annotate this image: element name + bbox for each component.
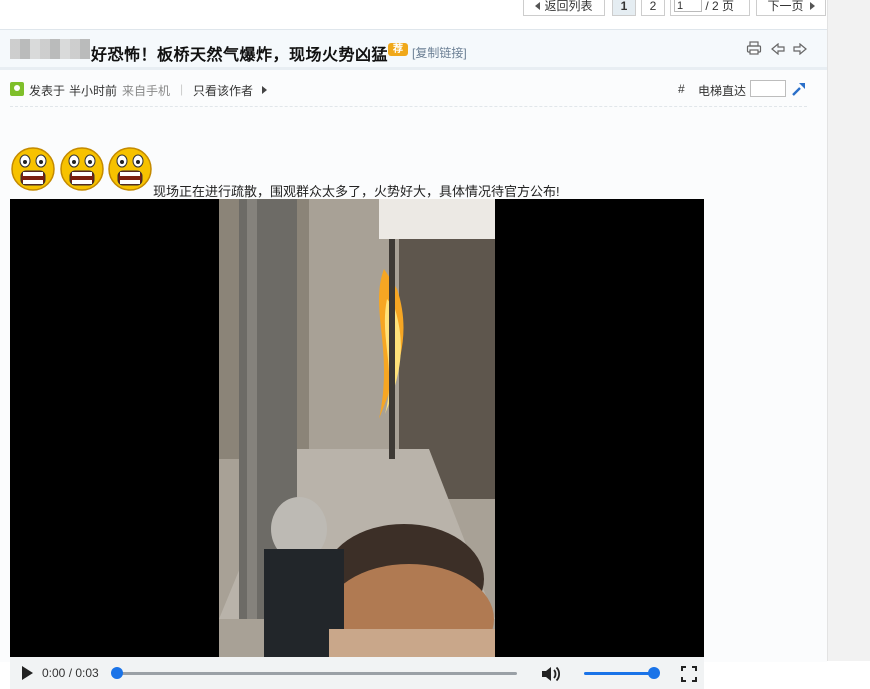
post-title-bar: 好恐怖！板桥天然气爆炸，现场火势凶猛 荐 [复制链接] — [0, 30, 827, 70]
page-total-label: / 2 页 — [705, 0, 735, 13]
elevator-input[interactable] — [750, 80, 786, 97]
blurred-prefix — [10, 39, 90, 59]
user-online-icon — [10, 82, 24, 96]
print-icon[interactable] — [746, 41, 762, 58]
scared-face-icon — [108, 147, 152, 191]
post-content: 发表于 半小时前 来自手机 | 只看该作者 # 电梯直达 现场正在进行疏散，围观… — [0, 70, 827, 689]
caret-right-icon — [262, 86, 267, 94]
seek-bar[interactable] — [117, 672, 517, 675]
post-title: 好恐怖！板桥天然气爆炸，现场火势凶猛 — [91, 47, 389, 64]
volume-handle[interactable] — [648, 667, 660, 679]
post-meta: 发表于 半小时前 来自手机 | 只看该作者 # 电梯直达 — [10, 80, 807, 107]
page-2-button[interactable]: 2 — [641, 0, 665, 16]
fullscreen-icon[interactable] — [681, 666, 697, 685]
arrow-right-icon — [809, 1, 815, 10]
recommend-badge: 荐 — [388, 43, 408, 56]
next-thread-icon[interactable] — [793, 42, 807, 58]
back-to-list-label: 返回列表 — [544, 0, 593, 13]
video-time: 0:00 / 0:03 — [42, 666, 99, 680]
floor-hash: # — [678, 82, 685, 96]
elevator-label: 电梯直达 — [698, 84, 747, 98]
next-page-button[interactable]: 下一页 — [756, 0, 826, 16]
video-controls: 0:00 / 0:03 — [10, 657, 704, 689]
fire-scene-image — [219, 199, 495, 657]
page-number-input[interactable]: 1 — [674, 0, 702, 13]
video-frame — [219, 199, 495, 657]
pagination: 返回列表 1 2 1 / 2 页 下一页 — [0, 0, 827, 17]
page-1-button[interactable]: 1 — [612, 0, 636, 16]
volume-slider[interactable] — [584, 672, 654, 675]
play-icon[interactable] — [22, 666, 33, 680]
page-jump: 1 / 2 页 — [670, 0, 750, 16]
only-author-link[interactable]: 只看该作者 — [193, 82, 253, 99]
post-source: 来自手机 — [122, 84, 171, 98]
elevator-go-icon[interactable] — [791, 81, 807, 100]
page-gutter — [827, 0, 870, 661]
prev-thread-icon[interactable] — [770, 42, 785, 58]
posted-label: 发表于 — [29, 84, 66, 98]
seek-handle[interactable] — [111, 667, 123, 679]
volume-icon[interactable] — [540, 665, 562, 686]
post: 好恐怖！板桥天然气爆炸，现场火势凶猛 荐 [复制链接] 发表于 半小时前 来自手… — [0, 29, 827, 689]
post-message: 现场正在进行疏散，围观群众太多了，火势好大，具体情况待官方公布! — [153, 184, 560, 199]
scared-face-icon — [11, 147, 55, 191]
video-player[interactable] — [10, 199, 704, 657]
back-to-list-button[interactable]: 返回列表 — [523, 0, 605, 16]
next-page-label: 下一页 — [767, 0, 804, 13]
copy-link[interactable]: [复制链接] — [412, 44, 467, 61]
post-time: 半小时前 — [69, 84, 118, 98]
arrow-left-icon — [535, 1, 541, 10]
scared-face-icon — [60, 147, 104, 191]
title-toolbar — [741, 41, 807, 58]
meta-separator: | — [180, 82, 184, 96]
